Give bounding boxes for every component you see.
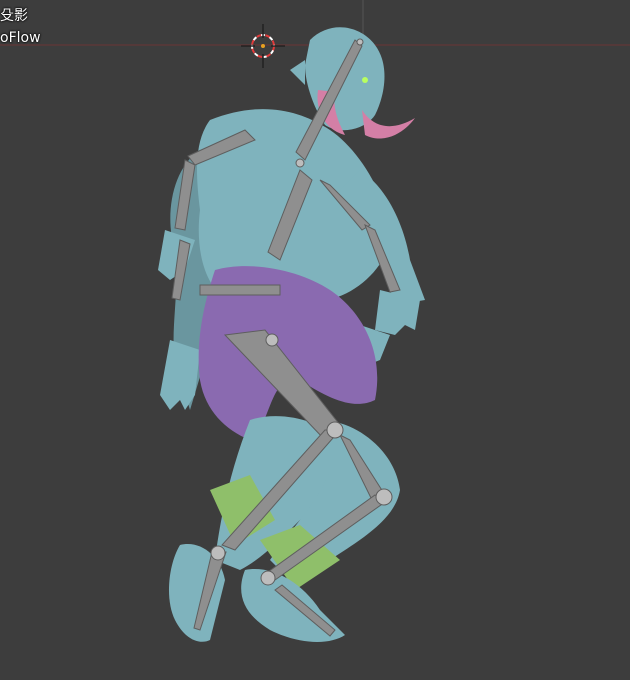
viewport-object-label: oFlow	[0, 30, 41, 46]
joint[interactable]	[375, 488, 393, 506]
3d-viewport[interactable]	[0, 0, 630, 680]
joint[interactable]	[295, 158, 305, 168]
ear-mesh	[290, 60, 305, 85]
eye	[362, 77, 368, 83]
bone-hip[interactable]	[199, 284, 281, 296]
joint[interactable]	[210, 545, 226, 561]
joint[interactable]	[356, 38, 364, 46]
character-mesh[interactable]	[158, 27, 425, 642]
joint[interactable]	[260, 570, 276, 586]
joint[interactable]	[326, 421, 344, 439]
left-hand-mesh	[160, 340, 200, 410]
joint[interactable]	[265, 333, 279, 347]
viewport-view-label: 殳影	[0, 8, 28, 24]
3d-cursor-icon[interactable]	[241, 24, 285, 68]
